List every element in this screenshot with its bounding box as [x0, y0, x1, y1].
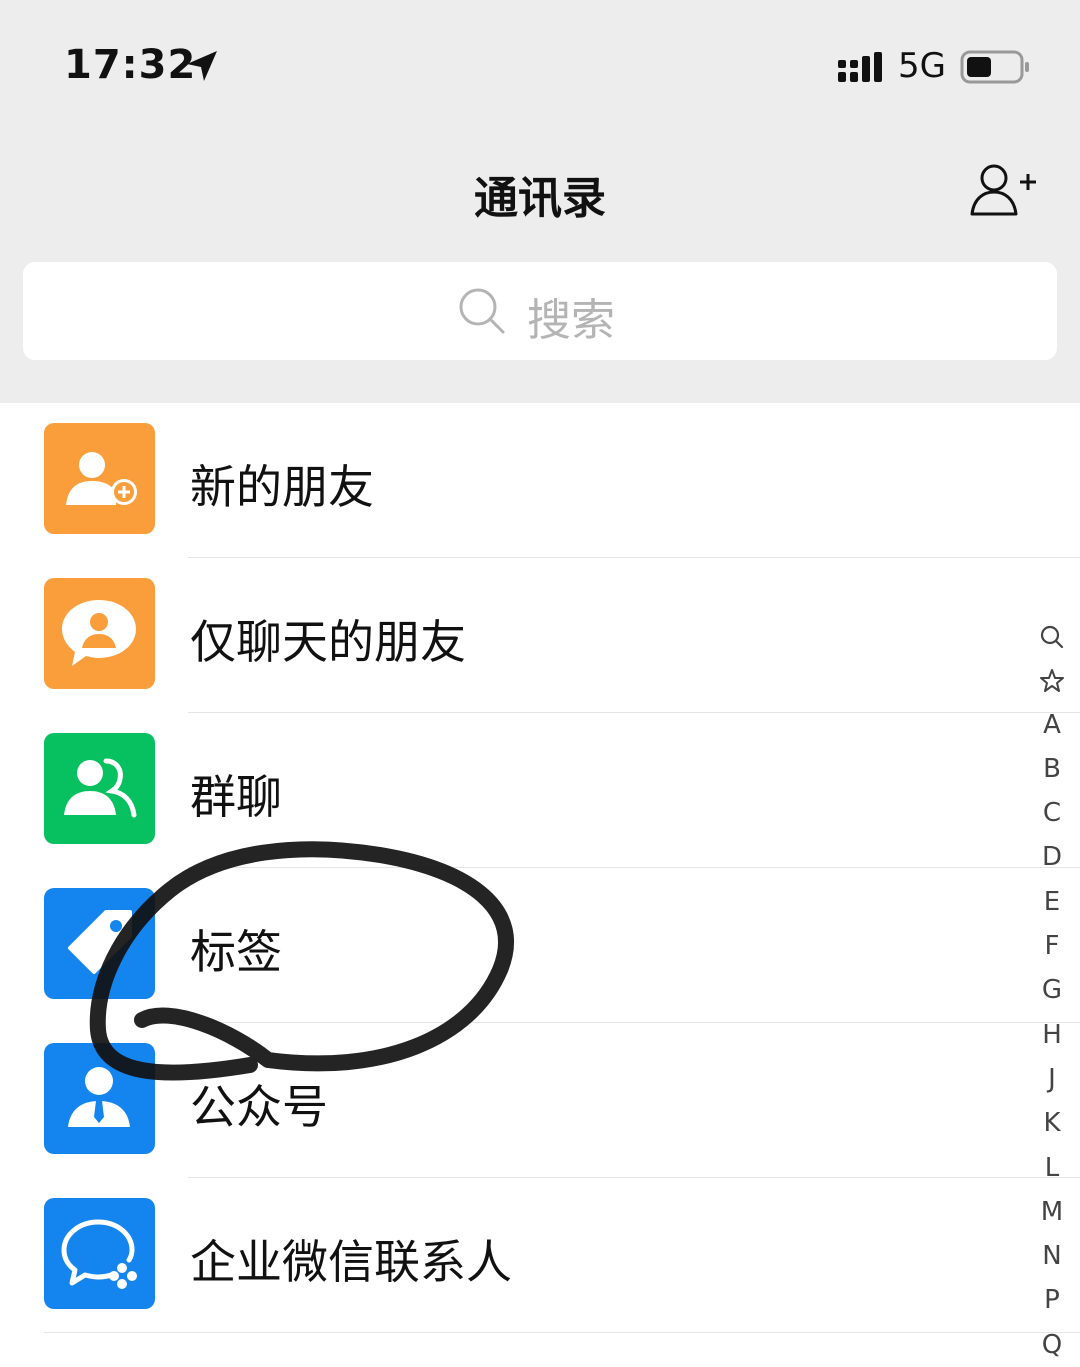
- index-letter[interactable]: A: [1030, 703, 1074, 747]
- top-bar: 17:32 5G 通讯录 搜索: [0, 0, 1080, 403]
- chat-only-friend-icon: [44, 578, 155, 689]
- index-letter[interactable]: K: [1030, 1101, 1074, 1145]
- search-placeholder: 搜索: [527, 295, 615, 346]
- search-icon: [459, 288, 505, 334]
- index-letter[interactable]: G: [1030, 968, 1074, 1012]
- index-letter[interactable]: L: [1030, 1146, 1074, 1190]
- list-item-label: 群聊: [190, 770, 282, 824]
- index-letter[interactable]: E: [1030, 880, 1074, 924]
- contacts-entry-list: 新的朋友 仅聊天的朋友 群聊 标签 公众号 企业微信联系人: [0, 403, 1080, 1333]
- list-item-label: 仅聊天的朋友: [190, 615, 466, 669]
- group-chat-icon: [44, 733, 155, 844]
- location-arrow-icon: [187, 51, 217, 81]
- index-letter[interactable]: H: [1030, 1013, 1074, 1057]
- list-item-wecom-contacts[interactable]: 企业微信联系人: [0, 1178, 1080, 1333]
- list-item-official-accounts[interactable]: 公众号: [0, 1023, 1080, 1178]
- index-letter[interactable]: M: [1030, 1190, 1074, 1234]
- page-title: 通讯录: [474, 173, 606, 224]
- index-letter[interactable]: N: [1030, 1234, 1074, 1278]
- index-letter[interactable]: J: [1030, 1057, 1074, 1101]
- new-friend-icon: [44, 423, 155, 534]
- index-letter[interactable]: Q: [1030, 1323, 1074, 1367]
- list-item-label: 标签: [190, 925, 282, 979]
- divider: [44, 1332, 1080, 1333]
- list-item-new-friends[interactable]: 新的朋友: [0, 403, 1080, 558]
- index-letter[interactable]: B: [1030, 747, 1074, 791]
- network-type: 5G: [898, 46, 946, 86]
- add-contact-icon[interactable]: [966, 160, 1038, 220]
- index-letter[interactable]: P: [1030, 1278, 1074, 1322]
- list-item-chat-only-friends[interactable]: 仅聊天的朋友: [0, 558, 1080, 713]
- alphabet-index-bar[interactable]: A B C D E F G H J K L M N P Q: [1030, 614, 1074, 1367]
- list-item-label: 企业微信联系人: [190, 1235, 512, 1289]
- index-star-icon[interactable]: [1030, 658, 1074, 702]
- signal-strength-icon: [838, 52, 882, 82]
- tag-icon: [44, 888, 155, 999]
- battery-icon: [960, 50, 1029, 84]
- list-item-label: 新的朋友: [190, 460, 374, 514]
- search-input[interactable]: 搜索: [23, 262, 1057, 360]
- list-item-group-chats[interactable]: 群聊: [0, 713, 1080, 868]
- status-time: 17:32: [64, 42, 197, 88]
- list-item-label: 公众号: [190, 1080, 328, 1134]
- wecom-contacts-icon: [44, 1198, 155, 1309]
- list-item-tags[interactable]: 标签: [0, 868, 1080, 1023]
- index-search-icon[interactable]: [1030, 614, 1074, 658]
- index-letter[interactable]: F: [1030, 924, 1074, 968]
- index-letter[interactable]: D: [1030, 835, 1074, 879]
- index-letter[interactable]: C: [1030, 791, 1074, 835]
- official-account-icon: [44, 1043, 155, 1154]
